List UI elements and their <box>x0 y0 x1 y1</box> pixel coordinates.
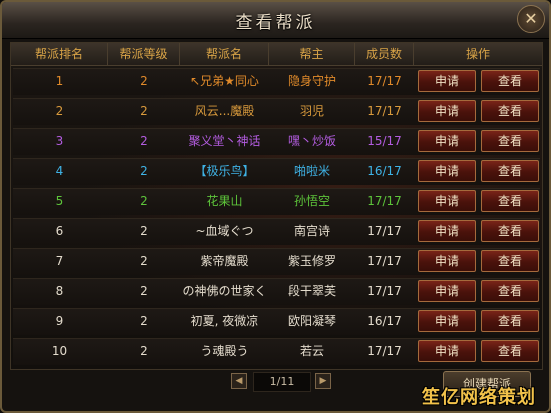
close-icon[interactable]: ✕ <box>517 5 545 33</box>
cell-rank: 6 <box>55 224 64 238</box>
cell-level: 2 <box>140 254 148 268</box>
cell-rank: 4 <box>55 164 64 178</box>
apply-button[interactable]: 申请 <box>418 100 476 122</box>
cell-rank: 1 <box>55 74 64 88</box>
cell-guild-name: ~血域ぐつ <box>195 224 254 238</box>
table-row: 4 2 【极乐鸟】 啪啦米 16/17 申请 查看 <box>11 156 542 186</box>
view-button[interactable]: 查看 <box>481 220 539 242</box>
column-header-leader: 帮主 <box>269 43 355 65</box>
cell-members: 17/17 <box>367 224 402 238</box>
cell-level: 2 <box>140 194 148 208</box>
cell-leader: 南宫诗 <box>293 224 330 238</box>
table-row: 1 2 ↖兄弟★同心 隐身守护 17/17 申请 查看 <box>11 66 542 96</box>
next-page-button[interactable]: ▶ <box>315 373 331 389</box>
cell-members: 16/17 <box>367 314 402 328</box>
view-button[interactable]: 查看 <box>481 100 539 122</box>
cell-level: 2 <box>140 314 148 328</box>
cell-guild-name: 紫帝魔殿 <box>200 254 249 268</box>
cell-level: 2 <box>140 284 148 298</box>
cell-rank: 5 <box>55 194 64 208</box>
view-button[interactable]: 查看 <box>481 250 539 272</box>
apply-button[interactable]: 申请 <box>418 130 476 152</box>
cell-guild-name: 初夏, 夜微凉 <box>190 314 259 328</box>
table-row: 3 2 聚义堂丶神话 嘿丶炒饭 15/17 申请 查看 <box>11 126 542 156</box>
cell-leader: 若云 <box>299 344 324 358</box>
table-header: 帮派排名 帮派等级 帮派名 帮主 成员数 操作 <box>11 43 542 66</box>
cell-members: 17/17 <box>367 104 402 118</box>
cell-level: 2 <box>140 104 148 118</box>
view-button[interactable]: 查看 <box>481 160 539 182</box>
apply-button[interactable]: 申请 <box>418 160 476 182</box>
cell-members: 16/17 <box>367 164 402 178</box>
apply-button[interactable]: 申请 <box>418 280 476 302</box>
cell-members: 17/17 <box>367 344 402 358</box>
column-header-name: 帮派名 <box>180 43 269 65</box>
cell-leader: 欧阳凝琴 <box>287 314 336 328</box>
cell-guild-name: 风云...魔殿 <box>194 104 255 118</box>
title-bar: 查看帮派 ✕ <box>2 2 549 39</box>
table-row: 7 2 紫帝魔殿 紫玉修罗 17/17 申请 查看 <box>11 246 542 276</box>
cell-guild-name: う魂殿う <box>200 344 249 358</box>
cell-members: 17/17 <box>367 194 402 208</box>
table-row: 9 2 初夏, 夜微凉 欧阳凝琴 16/17 申请 查看 <box>11 306 542 336</box>
column-header-rank: 帮派排名 <box>11 43 108 65</box>
pagination: ◀ 1/11 ▶ <box>231 372 331 392</box>
watermark: 笙亿网络策划 <box>422 387 536 408</box>
table-row: 5 2 花果山 孙悟空 17/17 申请 查看 <box>11 186 542 216</box>
cell-level: 2 <box>140 224 148 238</box>
apply-button[interactable]: 申请 <box>418 250 476 272</box>
column-header-members: 成员数 <box>355 43 414 65</box>
cell-rank: 3 <box>55 134 64 148</box>
window-title: 查看帮派 <box>235 13 316 33</box>
apply-button[interactable]: 申请 <box>418 220 476 242</box>
view-button[interactable]: 查看 <box>481 280 539 302</box>
cell-leader: 嘿丶炒饭 <box>287 134 336 148</box>
cell-guild-name: の神佛の世家く <box>182 284 267 298</box>
cell-members: 17/17 <box>367 284 402 298</box>
apply-button[interactable]: 申请 <box>418 310 476 332</box>
cell-guild-name: ↖兄弟★同心 <box>190 74 259 88</box>
column-header-actions: 操作 <box>465 47 490 61</box>
apply-button[interactable]: 申请 <box>418 70 476 92</box>
cell-guild-name: 花果山 <box>206 194 243 208</box>
cell-members: 17/17 <box>367 74 402 88</box>
cell-level: 2 <box>140 344 148 358</box>
cell-leader: 紫玉修罗 <box>287 254 336 268</box>
apply-button[interactable]: 申请 <box>418 340 476 362</box>
cell-members: 17/17 <box>367 254 402 268</box>
table-row: 2 2 风云...魔殿 羽児 17/17 申请 查看 <box>11 96 542 126</box>
cell-leader: 隐身守护 <box>287 74 336 88</box>
apply-button[interactable]: 申请 <box>418 190 476 212</box>
cell-leader: 啪啦米 <box>293 164 330 178</box>
view-button[interactable]: 查看 <box>481 70 539 92</box>
view-button[interactable]: 查看 <box>481 130 539 152</box>
cell-guild-name: 聚义堂丶神话 <box>188 134 261 148</box>
cell-leader: 孙悟空 <box>293 194 330 208</box>
table-row: 8 2 の神佛の世家く 段干翠芙 17/17 申请 查看 <box>11 276 542 306</box>
cell-rank: 9 <box>55 314 64 328</box>
cell-rank: 7 <box>55 254 64 268</box>
view-button[interactable]: 查看 <box>481 340 539 362</box>
cell-members: 15/17 <box>367 134 402 148</box>
cell-rank: 10 <box>51 344 68 358</box>
cell-leader: 羽児 <box>299 104 324 118</box>
cell-guild-name: 【极乐鸟】 <box>194 164 255 178</box>
table-row: 10 2 う魂殿う 若云 17/17 申请 查看 <box>11 336 542 366</box>
table-row: 6 2 ~血域ぐつ 南宫诗 17/17 申请 查看 <box>11 216 542 246</box>
view-button[interactable]: 查看 <box>481 190 539 212</box>
cell-rank: 2 <box>55 104 64 118</box>
guild-list-window: 查看帮派 ✕ 帮派排名 帮派等级 帮派名 帮主 成员数 操作 1 2 ↖兄弟★同心 隐… <box>0 0 551 413</box>
cell-level: 2 <box>140 74 148 88</box>
column-header-level: 帮派等级 <box>108 43 180 65</box>
view-button[interactable]: 查看 <box>481 310 539 332</box>
page-indicator: 1/11 <box>253 372 311 392</box>
cell-level: 2 <box>140 134 148 148</box>
cell-level: 2 <box>140 164 148 178</box>
guild-table: 帮派排名 帮派等级 帮派名 帮主 成员数 操作 1 2 ↖兄弟★同心 隐身守护 17/1… <box>10 42 543 370</box>
cell-rank: 8 <box>55 284 64 298</box>
prev-page-button[interactable]: ◀ <box>231 373 247 389</box>
cell-leader: 段干翠芙 <box>287 284 336 298</box>
